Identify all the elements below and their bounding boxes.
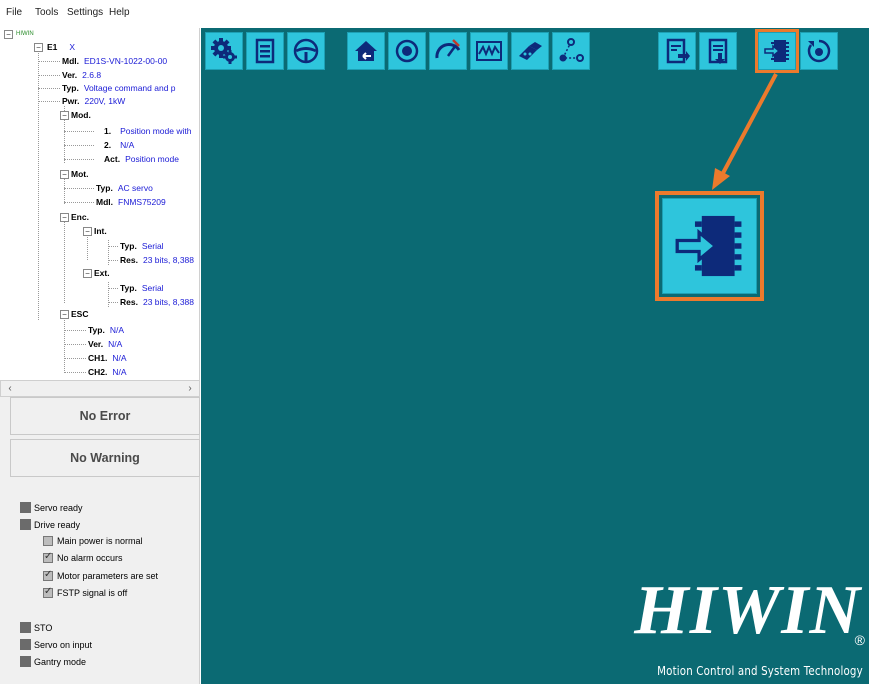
- home-button[interactable]: [347, 32, 385, 70]
- tree-encoder-ext-type: Typ. Serial: [120, 283, 164, 293]
- led-icon: [20, 502, 31, 513]
- eye-icon: [395, 39, 419, 63]
- tree-esc-ver: Ver. N/A: [88, 339, 123, 349]
- tree-type: Typ. Voltage command and p: [62, 83, 176, 93]
- highlight-callout: [655, 191, 764, 301]
- reset-button[interactable]: [800, 32, 838, 70]
- tree-mode[interactable]: Mod.: [71, 110, 91, 120]
- export-parameters-button[interactable]: [658, 32, 696, 70]
- hiwin-logo: HIWIN: [634, 572, 861, 649]
- led-icon: [20, 656, 31, 667]
- led-icon: [20, 519, 31, 530]
- scope-button[interactable]: [470, 32, 508, 70]
- drive-ready-indicator: Drive ready: [20, 519, 80, 530]
- import-doc-icon: [708, 38, 728, 64]
- fstp-check: FSTP signal is off: [43, 586, 127, 598]
- collapse-toggle[interactable]: −: [60, 310, 69, 319]
- registered-mark: ®: [854, 632, 865, 648]
- home-icon: [355, 41, 377, 61]
- collapse-toggle[interactable]: −: [34, 43, 43, 52]
- firmware-download-button[interactable]: [755, 29, 799, 73]
- collapse-toggle[interactable]: −: [60, 111, 69, 120]
- tree-mode-1: 1. Position mode with: [104, 126, 192, 136]
- gauge-button[interactable]: [429, 32, 467, 70]
- servo-ready-indicator: Servo ready: [20, 502, 83, 513]
- import-parameters-button[interactable]: [699, 32, 737, 70]
- tree-encoder-ext-res: Res. 23 bits, 8,388: [120, 297, 195, 307]
- tools-button[interactable]: [511, 32, 549, 70]
- gantry-mode-indicator: Gantry mode: [20, 656, 86, 667]
- tree-power: Pwr. 220V, 1kW: [62, 96, 126, 106]
- drive-info-tree: − HIWIN − E1 X Mdl. ED1S-VN-1022-00-00 Ver…: [0, 28, 200, 380]
- warning-status: No Warning: [10, 439, 200, 477]
- collapse-toggle[interactable]: −: [83, 227, 92, 236]
- checkbox-icon: [43, 536, 53, 546]
- list-button[interactable]: [246, 32, 284, 70]
- tree-mode-active: Act. Position mode: [104, 154, 179, 164]
- tree-esc[interactable]: ESC: [71, 309, 88, 319]
- tree-esc-type: Typ. N/A: [88, 325, 125, 335]
- gear-icon: [211, 38, 237, 64]
- tree-model: Mdl. ED1S-VN-1022-00-00: [62, 56, 168, 66]
- toolbar: [201, 28, 869, 74]
- tree-encoder-int-res: Res. 23 bits, 8,388: [120, 255, 195, 265]
- list-icon: [255, 38, 275, 64]
- tree-encoder[interactable]: Enc.: [71, 212, 89, 222]
- menu-bar: File Tools Settings Help: [0, 0, 869, 28]
- checkbox-checked-icon: [43, 551, 53, 563]
- led-icon: [20, 622, 31, 633]
- error-status: No Error: [10, 397, 200, 435]
- scroll-left-icon[interactable]: ‹: [3, 382, 17, 395]
- tree-encoder-int[interactable]: Int.: [94, 226, 107, 236]
- tools-icon: [519, 42, 542, 60]
- tree-encoder-int-type: Typ. Serial: [120, 241, 164, 251]
- reset-icon: [807, 39, 831, 63]
- tree-esc-ch1: CH1. N/A: [88, 353, 127, 363]
- main-workspace: HIWIN ® Motion Control and System Techno…: [201, 28, 869, 684]
- collapse-toggle[interactable]: −: [60, 213, 69, 222]
- nodes-icon: [559, 38, 584, 62]
- checkbox-checked-icon: [43, 586, 53, 598]
- tree-motor-type: Typ. AC servo: [96, 183, 153, 193]
- motor-params-check: Motor parameters are set: [43, 569, 158, 581]
- tree-axis[interactable]: E1 X: [47, 42, 75, 52]
- servo-on-indicator: Servo on input: [20, 639, 92, 650]
- checkbox-checked-icon: [43, 569, 53, 581]
- tree-motor-model: Mdl. FNMS75209: [96, 197, 166, 207]
- tree-root[interactable]: HIWIN: [16, 29, 34, 39]
- brand-slogan: Motion Control and System Technology: [657, 663, 863, 678]
- waveform-icon: [476, 41, 502, 61]
- tree-mode-2: 2. N/A: [104, 140, 135, 150]
- firmware-download-enlarged: [662, 198, 757, 294]
- monitor-button[interactable]: [388, 32, 426, 70]
- menu-tools[interactable]: Tools: [35, 7, 58, 18]
- no-alarm-check: No alarm occurs: [43, 551, 123, 563]
- download-chip-icon: [675, 215, 741, 277]
- menu-file[interactable]: File: [6, 7, 22, 18]
- steering-wheel-icon: [293, 38, 319, 64]
- tree-encoder-ext[interactable]: Ext.: [94, 268, 110, 278]
- scroll-right-icon[interactable]: ›: [183, 382, 197, 395]
- horizontal-scrollbar[interactable]: ‹ ›: [0, 380, 200, 397]
- led-icon: [20, 639, 31, 650]
- download-chip-icon: [764, 40, 789, 62]
- collapse-toggle[interactable]: −: [4, 30, 13, 39]
- main-power-check: Main power is normal: [43, 536, 143, 546]
- sto-indicator: STO: [20, 622, 52, 633]
- menu-settings[interactable]: Settings: [67, 7, 103, 18]
- tree-motor[interactable]: Mot.: [71, 169, 88, 179]
- collapse-toggle[interactable]: −: [60, 170, 69, 179]
- menu-help[interactable]: Help: [109, 7, 130, 18]
- gauge-icon: [435, 39, 461, 59]
- tree-version: Ver. 2.6.8: [62, 70, 102, 80]
- drive-button[interactable]: [287, 32, 325, 70]
- tree-esc-ch2: CH2. N/A: [88, 367, 127, 377]
- network-button[interactable]: [552, 32, 590, 70]
- export-doc-icon: [666, 38, 690, 64]
- parameter-settings-button[interactable]: [205, 32, 243, 70]
- status-panel: No Error No Warning Servo ready Drive re…: [0, 397, 200, 684]
- collapse-toggle[interactable]: −: [83, 269, 92, 278]
